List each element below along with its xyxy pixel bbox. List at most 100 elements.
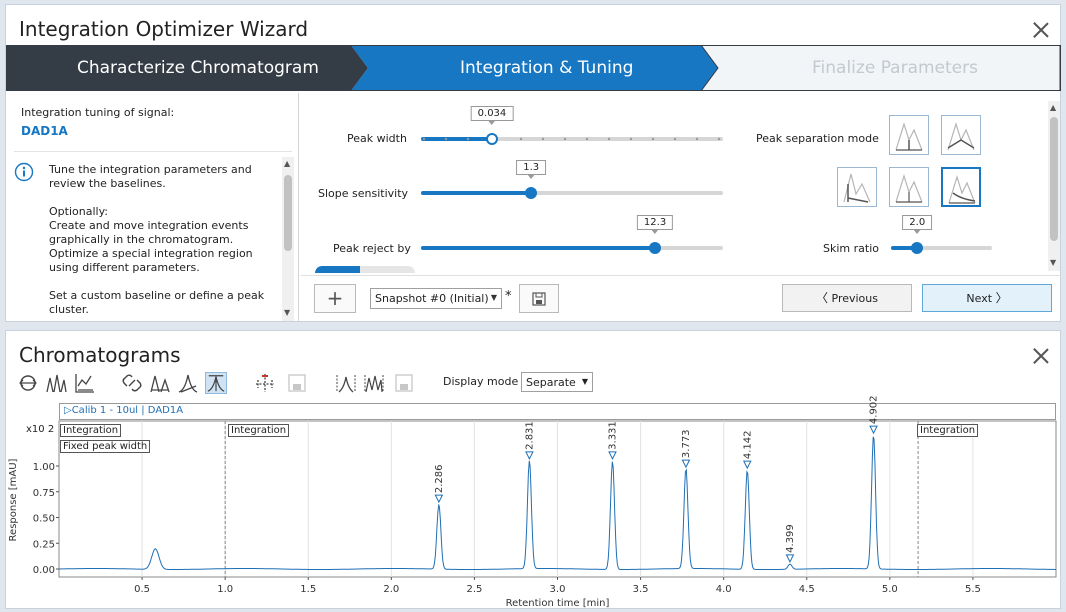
info-line: review the baselines. — [49, 177, 166, 190]
skim-ratio-slider[interactable]: 2.0 — [891, 215, 992, 254]
slope-sensitivity-fill — [421, 191, 532, 195]
step-characterize[interactable]: Characterize Chromatogram — [77, 58, 319, 78]
region-peak-icon[interactable] — [335, 372, 357, 394]
chevron-right-icon: 〉 — [995, 291, 1008, 305]
signal-label: Integration tuning of signal: — [21, 106, 175, 119]
close-icon[interactable] — [1033, 22, 1049, 38]
zoom-fit-icon[interactable] — [17, 372, 39, 394]
baseline-icon[interactable] — [149, 372, 171, 394]
separation-mode-tangent-button[interactable] — [837, 167, 877, 207]
trace-header[interactable]: ▷Calib 1 - 10ul | DAD1A — [59, 403, 1056, 420]
info-icon — [14, 162, 34, 182]
expand-icon[interactable]: ▷ — [64, 405, 72, 416]
slope-sensitivity-value: 1.3 — [516, 160, 547, 179]
separation-tangent-icon — [843, 173, 871, 203]
snapshot-modified-marker: * — [505, 289, 512, 304]
info-line: Tune the integration parameters and — [49, 163, 252, 176]
info-text: Tune the integration parameters and revi… — [49, 163, 281, 317]
signal-name: DAD1A — [21, 124, 68, 138]
info-line: Optionally: — [49, 205, 108, 218]
peak-width-label: Peak width — [347, 132, 407, 145]
info-divider — [14, 151, 292, 152]
trace-name: Calib 1 - 10ul | DAD1A — [71, 405, 184, 416]
next-button[interactable]: Next 〉 — [922, 284, 1052, 312]
slope-sensitivity-thumb[interactable] — [525, 187, 538, 199]
skim-ratio-value: 2.0 — [902, 215, 933, 234]
event-label-integration[interactable]: Integration — [60, 424, 122, 437]
plus-icon: + — [326, 286, 344, 310]
scroll-up-icon[interactable]: ▲ — [1050, 103, 1056, 112]
skim-ratio-label: Skim ratio — [823, 242, 879, 255]
stacked-view-icon[interactable] — [73, 372, 95, 394]
slope-sensitivity-slider[interactable]: 1.3 — [421, 160, 723, 199]
separation-exponential-icon — [948, 174, 976, 204]
peak-width-ticks — [422, 137, 721, 141]
info-line: using different parameters. — [49, 261, 200, 274]
previous-button[interactable]: 〈 Previous — [782, 284, 912, 312]
peak-separation-label: Peak separation mode — [756, 132, 879, 145]
step-integration-tuning[interactable]: Integration & Tuning — [460, 58, 633, 78]
display-mode-label: Display mode — [443, 375, 519, 388]
peak-reject-toggle[interactable] — [315, 266, 415, 273]
event-label-fixed-peak-width[interactable]: Fixed peak width — [60, 440, 151, 453]
save-region-icon — [395, 374, 413, 392]
info-line — [49, 191, 281, 205]
peak-width-value: 0.034 — [470, 106, 514, 125]
peak-tangent-icon[interactable] — [177, 372, 199, 394]
params-scrollbar[interactable]: ▲ ▼ — [1048, 101, 1060, 271]
scroll-down-icon[interactable]: ▼ — [284, 308, 290, 317]
peak-reject-label: Peak reject by — [333, 242, 411, 255]
chevron-left-icon: 〈 — [815, 291, 828, 305]
previous-label: Previous — [831, 292, 879, 305]
separation-skim-icon — [895, 173, 923, 203]
info-scrollbar[interactable]: ▲ ▼ — [282, 157, 294, 321]
params-footer-divider — [301, 275, 1061, 276]
close-icon[interactable] — [1033, 348, 1049, 364]
separation-drop-icon — [895, 121, 923, 151]
info-scroll-thumb[interactable] — [284, 175, 292, 251]
separation-mode-exponential-button[interactable] — [941, 167, 981, 207]
separation-mode-valley-button[interactable] — [941, 115, 981, 155]
left-pane: Integration tuning of signal: DAD1A Tune… — [6, 93, 299, 321]
overlay-peaks-icon[interactable] — [45, 372, 67, 394]
next-label: Next — [966, 292, 993, 305]
y-scale-label: x10 2 — [26, 424, 55, 435]
wizard-panel: Integration Optimizer Wizard Characteriz… — [5, 4, 1061, 322]
peak-reject-slider[interactable]: 12.3 — [421, 215, 723, 254]
integration-events-icon[interactable] — [254, 372, 276, 394]
info-line: Optimize a special integration region — [49, 247, 253, 260]
wizard-title: Integration Optimizer Wizard — [19, 17, 309, 41]
info-line: cluster. — [49, 303, 89, 316]
info-line — [49, 275, 281, 289]
params-scroll-thumb[interactable] — [1050, 117, 1058, 241]
peak-width-slider[interactable]: 0.034 — [421, 106, 723, 145]
add-snapshot-button[interactable]: + — [314, 284, 356, 313]
save-snapshot-button[interactable] — [519, 284, 559, 313]
peak-reject-toggle-on — [315, 266, 360, 273]
scroll-down-icon[interactable]: ▼ — [1050, 258, 1056, 267]
peak-drop-icon[interactable] — [205, 372, 227, 394]
peak-reject-value: 12.3 — [636, 215, 674, 234]
display-mode-select[interactable]: Separate ▼ — [521, 372, 593, 392]
peak-reject-fill — [421, 246, 656, 250]
snapshot-select-value: Snapshot #0 (Initial) — [375, 292, 489, 305]
slope-sensitivity-label: Slope sensitivity — [318, 187, 409, 200]
link-axes-icon[interactable] — [121, 372, 143, 394]
skim-ratio-thumb[interactable] — [911, 242, 924, 254]
event-label-integration[interactable]: Integration — [228, 424, 290, 437]
scroll-up-icon[interactable]: ▲ — [284, 159, 290, 168]
display-mode-value: Separate — [526, 376, 576, 389]
separation-valley-icon — [947, 121, 975, 151]
peak-reject-thumb[interactable] — [649, 242, 662, 254]
snapshot-select[interactable]: Snapshot #0 (Initial) ▼ — [370, 288, 502, 309]
info-line: Set a custom baseline or define a peak — [49, 289, 265, 302]
separation-mode-skim-button[interactable] — [889, 167, 929, 207]
step-finalize[interactable]: Finalize Parameters — [812, 58, 978, 78]
info-line: Create and move integration events — [49, 219, 249, 232]
region-peaks-icon[interactable] — [363, 372, 385, 394]
peak-width-thumb[interactable] — [485, 133, 498, 145]
event-label-integration[interactable]: Integration — [917, 424, 979, 437]
chevron-down-icon: ▼ — [490, 293, 497, 302]
info-line: graphically in the chromatogram. — [49, 233, 234, 246]
separation-mode-drop-button[interactable] — [889, 115, 929, 155]
